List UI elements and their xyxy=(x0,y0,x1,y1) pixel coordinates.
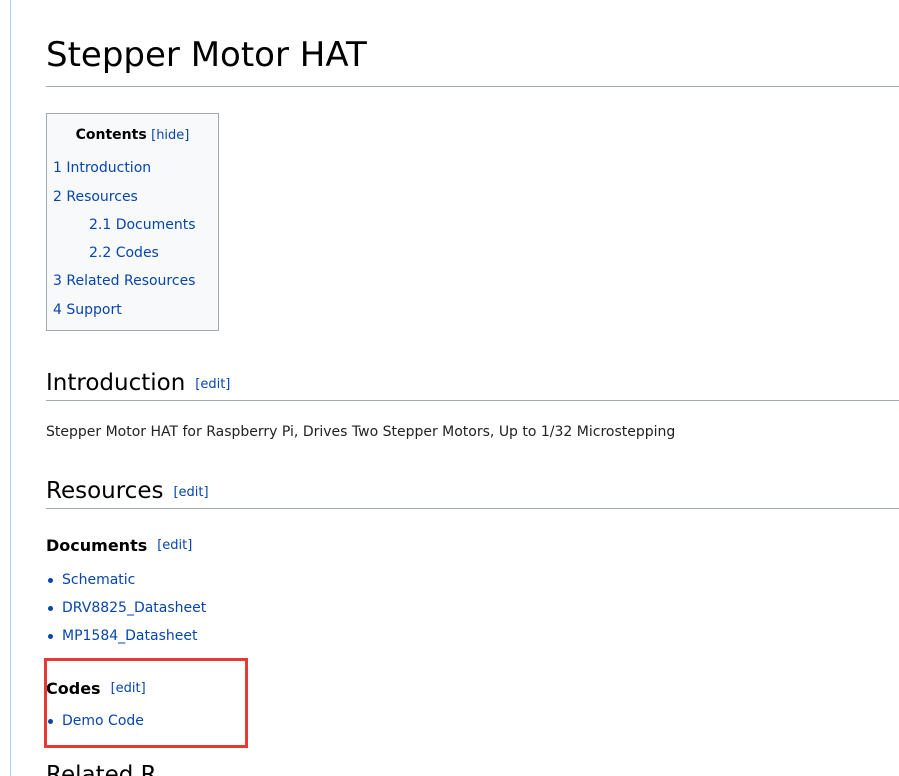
title-divider xyxy=(46,86,899,87)
introduction-heading: Introduction [edit] xyxy=(46,372,230,395)
content-left-border xyxy=(10,0,11,776)
codes-heading: Codes [edit] xyxy=(46,681,146,697)
codes-heading-text: Codes xyxy=(46,679,101,698)
resources-edit-link[interactable]: [edit] xyxy=(173,485,208,500)
toc-item-support[interactable]: 4 Support xyxy=(53,302,122,318)
codes-list: Demo Code xyxy=(46,713,144,741)
list-item: DRV8825_Datasheet xyxy=(46,600,206,628)
documents-list: Schematic DRV8825_Datasheet MP1584_Datas… xyxy=(46,572,206,656)
bullet-icon xyxy=(48,606,53,611)
resources-heading: Resources [edit] xyxy=(46,480,209,503)
toc-item-introduction[interactable]: 1 Introduction xyxy=(53,160,151,176)
page-title: Stepper Motor HAT xyxy=(46,35,367,75)
toc-header: Contents [hide] xyxy=(47,127,218,144)
documents-edit-link[interactable]: [edit] xyxy=(157,538,192,553)
introduction-text: Stepper Motor HAT for Raspberry Pi, Driv… xyxy=(46,424,676,440)
toc-item-related-resources[interactable]: 3 Related Resources xyxy=(53,273,195,289)
list-item: MP1584_Datasheet xyxy=(46,628,206,656)
related-resources-heading: Related R xyxy=(46,762,157,776)
table-of-contents: Contents [hide] 1 Introduction 2 Resourc… xyxy=(46,113,219,331)
codes-edit-link[interactable]: [edit] xyxy=(111,681,146,696)
toc-hide-link[interactable]: [hide] xyxy=(151,128,189,143)
toc-item-codes[interactable]: 2.2 Codes xyxy=(89,245,159,261)
documents-heading: Documents [edit] xyxy=(46,538,192,554)
demo-code-link[interactable]: Demo Code xyxy=(62,713,144,729)
schematic-link[interactable]: Schematic xyxy=(62,572,135,588)
introduction-heading-text: Introduction xyxy=(46,370,186,396)
toc-item-documents[interactable]: 2.1 Documents xyxy=(89,217,196,233)
resources-divider xyxy=(46,508,899,509)
documents-heading-text: Documents xyxy=(46,536,148,555)
drv8825-datasheet-link[interactable]: DRV8825_Datasheet xyxy=(62,600,206,616)
introduction-edit-link[interactable]: [edit] xyxy=(195,377,230,392)
mp1584-datasheet-link[interactable]: MP1584_Datasheet xyxy=(62,628,197,644)
bullet-icon xyxy=(48,719,53,724)
toc-title: Contents xyxy=(75,127,147,143)
list-item: Schematic xyxy=(46,572,206,600)
toc-item-resources[interactable]: 2 Resources xyxy=(53,189,138,205)
bullet-icon xyxy=(48,634,53,639)
bullet-icon xyxy=(48,578,53,583)
introduction-divider xyxy=(46,400,899,401)
list-item: Demo Code xyxy=(46,713,144,741)
resources-heading-text: Resources xyxy=(46,478,164,504)
wiki-page: Stepper Motor HAT Contents [hide] 1 Intr… xyxy=(0,0,899,776)
